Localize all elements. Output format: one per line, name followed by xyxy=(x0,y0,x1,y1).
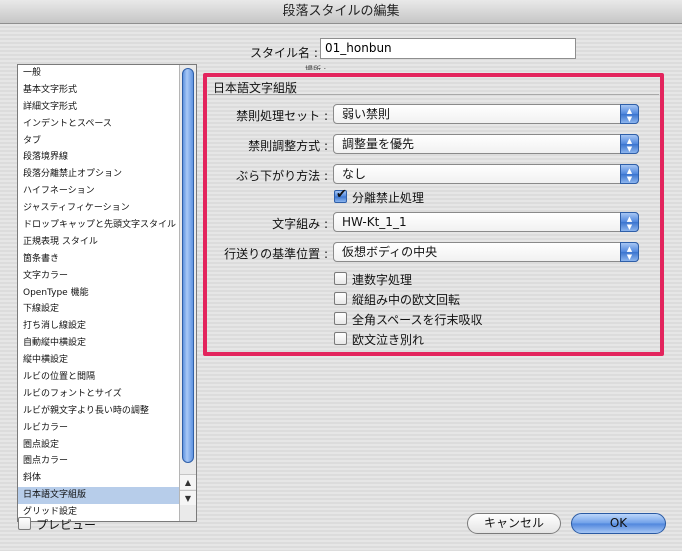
burasagari-value: なし xyxy=(342,167,367,181)
renzuuji-label: 連数字処理 xyxy=(352,273,413,287)
style-name-field[interactable]: 01_honbun xyxy=(320,38,576,59)
sidebar-item[interactable]: ルビのフォントとサイズ xyxy=(18,386,179,403)
updown-arrows-icon: ▲ ▼ xyxy=(620,212,639,232)
sidebar-item[interactable]: 正規表現 スタイル xyxy=(18,234,179,251)
sidebar-item[interactable]: 圏点設定 xyxy=(18,437,179,454)
oubun-nakiwakare-checkbox[interactable] xyxy=(334,332,347,345)
updown-arrows-icon: ▲ ▼ xyxy=(620,134,639,154)
tate-oubun-rotate-label: 縦組み中の欧文回転 xyxy=(352,293,461,307)
sidebar-item[interactable]: 詳細文字形式 xyxy=(18,99,179,116)
sidebar-item[interactable]: 下線設定 xyxy=(18,301,179,318)
sidebar-item[interactable]: ルビの位置と間隔 xyxy=(18,369,179,386)
cancel-button[interactable]: キャンセル xyxy=(467,513,561,534)
ok-button[interactable]: OK xyxy=(571,513,666,534)
window-title: 段落スタイルの編集 xyxy=(0,0,682,24)
sidebar-item[interactable]: 段落分離禁止オプション xyxy=(18,166,179,183)
sidebar-item[interactable]: 打ち消し線設定 xyxy=(18,318,179,335)
sidebar-item[interactable]: 段落境界線 xyxy=(18,149,179,166)
baseline-label: 行送りの基準位置 : xyxy=(224,247,328,261)
kinsoku-set-label: 禁則処理セット : xyxy=(236,109,328,123)
sidebar-item[interactable]: 圏点カラー xyxy=(18,453,179,470)
kinsoku-set-select[interactable]: 弱い禁則 ▲ ▼ xyxy=(333,104,639,124)
bunri-kinshi-label: 分離禁止処理 xyxy=(352,191,425,205)
sidebar-item[interactable]: インデントとスペース xyxy=(18,116,179,133)
sidebar-item[interactable]: 文字カラー xyxy=(18,268,179,285)
mojikumi-label: 文字組み : xyxy=(272,217,328,231)
sidebar-item[interactable]: 自動縦中横設定 xyxy=(18,335,179,352)
group-divider xyxy=(208,94,659,95)
sidebar-item[interactable]: OpenType 機能 xyxy=(18,285,179,302)
updown-arrows-icon: ▲ ▼ xyxy=(620,242,639,262)
kinsoku-adjust-value: 調整量を優先 xyxy=(342,137,415,151)
preview-label: プレビュー xyxy=(36,518,97,532)
sidebar-item[interactable]: 一般 xyxy=(18,65,179,82)
preview-checkbox[interactable] xyxy=(18,517,31,530)
sidebar-item[interactable]: 日本語文字組版 xyxy=(18,487,179,505)
location-label: 場所 : xyxy=(305,65,327,70)
kinsoku-adjust-select[interactable]: 調整量を優先 ▲ ▼ xyxy=(333,134,639,154)
baseline-value: 仮想ボディの中央 xyxy=(342,245,438,259)
sidebar-item[interactable]: タブ xyxy=(18,133,179,150)
dialog-content: 一般 基本文字形式 詳細文字形式 インデントとスペース タブ 段落境界線 段落分離禁止オプシ… xyxy=(0,24,682,551)
scrollbar-thumb[interactable] xyxy=(182,68,194,463)
checkmark-icon: ✔ xyxy=(336,187,347,202)
zenkaku-space-checkbox[interactable] xyxy=(334,312,347,325)
updown-arrows-icon: ▲ ▼ xyxy=(620,164,639,184)
scroll-up-arrow-icon[interactable]: ▲ xyxy=(180,474,196,489)
mojikumi-value: HW-Kt_1_1 xyxy=(342,215,407,229)
kinsoku-set-value: 弱い禁則 xyxy=(342,107,391,121)
bunri-kinshi-checkbox[interactable]: ✔ xyxy=(334,187,347,203)
sidebar-item[interactable]: ジャスティフィケーション xyxy=(18,200,179,217)
updown-arrows-icon: ▲ ▼ xyxy=(620,104,639,124)
style-name-label: スタイル名 : xyxy=(250,46,318,60)
kinsoku-adjust-label: 禁則調整方式 : xyxy=(248,139,328,153)
mojikumi-select[interactable]: HW-Kt_1_1 ▲ ▼ xyxy=(333,212,639,232)
sidebar-item[interactable]: ドロップキャップと先頭文字スタイル xyxy=(18,217,179,234)
sidebar-item[interactable]: 縦中横設定 xyxy=(18,352,179,369)
renzuuji-checkbox[interactable] xyxy=(334,272,347,285)
category-list-scrollbar[interactable]: ▲ ▼ xyxy=(179,65,196,521)
burasagari-label: ぶら下がり方法 : xyxy=(236,169,328,183)
sidebar-item[interactable]: 基本文字形式 xyxy=(18,82,179,99)
sidebar-item[interactable]: ルビカラー xyxy=(18,420,179,437)
sidebar-item[interactable]: ハイフネーション xyxy=(18,183,179,200)
zenkaku-space-label: 全角スペースを行末吸収 xyxy=(352,313,483,327)
sidebar-item[interactable]: 斜体 xyxy=(18,470,179,487)
category-list: 一般 基本文字形式 詳細文字形式 インデントとスペース タブ 段落境界線 段落分離禁止オプシ… xyxy=(18,65,179,521)
tate-oubun-rotate-checkbox[interactable] xyxy=(334,292,347,305)
scroll-down-arrow-icon[interactable]: ▼ xyxy=(180,490,196,505)
japanese-composition-group: 日本語文字組版 禁則処理セット : 弱い禁則 ▲ ▼ 禁則調整方式 : 調整量を優… xyxy=(208,79,659,351)
category-list-frame: 一般 基本文字形式 詳細文字形式 インデントとスペース タブ 段落境界線 段落分離禁止オプシ… xyxy=(17,64,197,522)
sidebar-item[interactable]: 箇条書き xyxy=(18,251,179,268)
sidebar-item[interactable]: ルビが親文字より長い時の調整 xyxy=(18,403,179,420)
oubun-nakiwakare-label: 欧文泣き別れ xyxy=(352,333,425,347)
burasagari-select[interactable]: なし ▲ ▼ xyxy=(333,164,639,184)
baseline-select[interactable]: 仮想ボディの中央 ▲ ▼ xyxy=(333,242,639,262)
